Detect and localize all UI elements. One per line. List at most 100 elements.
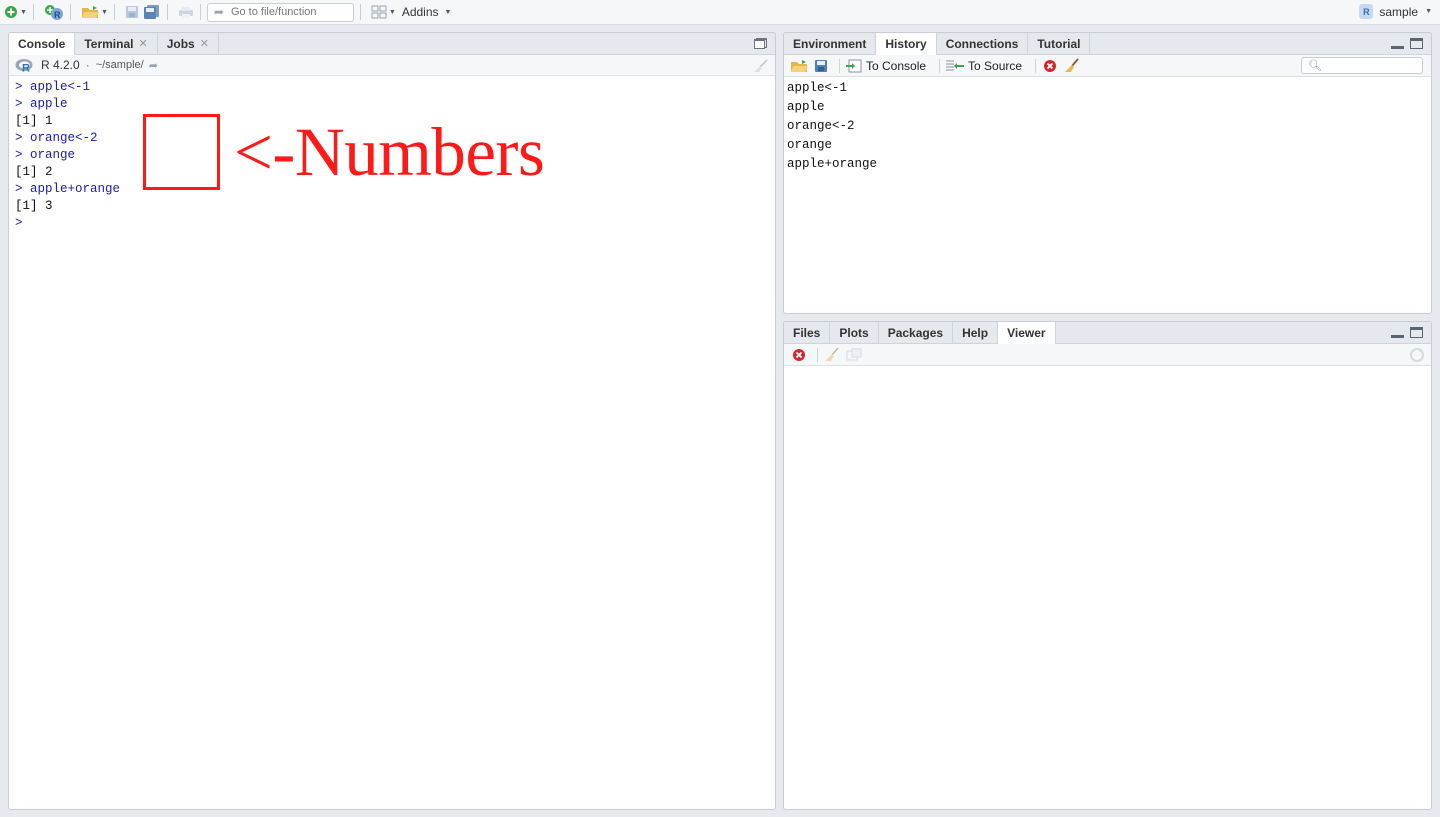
toolbar-divider <box>817 347 818 362</box>
viewer-toolbar <box>784 344 1431 366</box>
workspace-panes-button[interactable]: ▼ <box>371 2 396 22</box>
broom-icon[interactable] <box>753 59 769 73</box>
goto-arrow-icon: ➦ <box>213 5 224 19</box>
maximize-pane-button[interactable] <box>1410 38 1423 49</box>
close-icon[interactable]: ✕ <box>200 37 209 50</box>
popout-button[interactable] <box>845 347 863 363</box>
delete-icon <box>793 348 805 361</box>
tab-files[interactable]: Files <box>784 322 831 343</box>
tab-terminal[interactable]: Terminal ✕ <box>75 33 158 54</box>
load-history-button[interactable] <box>790 58 808 74</box>
tab-label: History <box>885 37 927 51</box>
history-toolbar: To Console To Source 🔍︎ <box>784 55 1431 77</box>
svg-text:R: R <box>54 10 61 20</box>
clear-history-button[interactable] <box>1063 57 1081 74</box>
history-list: apple<-1 apple orange<-2 orange apple+or… <box>784 77 1431 176</box>
toolbar-divider <box>69 4 71 20</box>
toolbar-divider <box>32 4 34 20</box>
svg-text:R: R <box>22 62 30 73</box>
to-console-button[interactable]: To Console <box>845 59 926 73</box>
toolbar-divider <box>939 58 941 73</box>
to-console-icon <box>846 59 862 72</box>
history-entry[interactable]: apple+orange <box>787 155 1428 174</box>
console-tabbar: Console Terminal ✕ Jobs ✕ <box>9 33 775 55</box>
show-in-window-icon <box>846 348 862 360</box>
save-button[interactable] <box>125 2 139 22</box>
viewer-pane: Files Plots Packages Help Viewer <box>783 321 1432 810</box>
tab-label: Connections <box>945 36 1019 51</box>
goto-directory-icon[interactable]: ➦ <box>149 59 158 72</box>
save-history-button[interactable] <box>812 58 830 74</box>
broom-icon <box>1065 57 1079 72</box>
to-source-button[interactable]: To Source <box>945 59 1022 73</box>
remove-entry-button[interactable] <box>1041 58 1059 74</box>
chevron-down-icon: ▼ <box>20 8 27 16</box>
history-entry[interactable]: apple <box>787 98 1428 117</box>
toolbar-divider <box>166 4 168 20</box>
tab-label: Help <box>962 325 989 340</box>
annotation-text: <-Numbers <box>234 114 545 190</box>
tab-label: Console <box>18 37 66 51</box>
refresh-icon[interactable] <box>1409 347 1425 363</box>
project-menu[interactable]: R sample ▼ <box>1359 4 1432 19</box>
go-to-file-input[interactable]: ➦ Go to file/function <box>206 2 354 22</box>
new-file-button[interactable]: ▼ <box>4 2 27 22</box>
tab-viewer[interactable]: Viewer <box>998 322 1056 344</box>
delete-icon <box>1044 59 1057 72</box>
print-icon <box>178 7 193 18</box>
chevron-down-icon: ▼ <box>100 8 108 16</box>
history-entry[interactable]: apple<-1 <box>787 79 1428 98</box>
broom-icon <box>825 346 839 361</box>
save-all-button[interactable] <box>143 2 161 22</box>
console-line: [1] 3 <box>15 199 53 213</box>
project-name: sample <box>1379 4 1419 19</box>
toolbar-divider <box>359 4 361 20</box>
maximize-pane-button[interactable] <box>1410 327 1423 338</box>
console-line: > apple<-1 <box>15 80 91 94</box>
history-entry[interactable]: orange <box>787 136 1428 155</box>
open-file-button[interactable]: ▼ <box>81 2 108 22</box>
tab-label: Tutorial <box>1037 36 1081 51</box>
tab-label: Terminal <box>84 36 134 51</box>
tab-label: Plots <box>839 325 869 340</box>
tab-label: Jobs <box>166 36 195 51</box>
tab-plots[interactable]: Plots <box>830 322 879 343</box>
tab-packages[interactable]: Packages <box>879 322 954 343</box>
new-project-button[interactable]: R <box>44 2 64 22</box>
folder-open-icon <box>791 59 808 72</box>
save-icon <box>815 59 827 72</box>
tab-history[interactable]: History <box>876 33 937 55</box>
console-infobar: R R 4.2.0 · ~/sample/ ➦ <box>9 55 775 76</box>
restore-pane-button[interactable] <box>754 38 767 49</box>
to-console-label: To Console <box>866 58 927 73</box>
tab-tutorial[interactable]: Tutorial <box>1028 33 1091 54</box>
annotation-box <box>143 114 220 190</box>
stop-button[interactable] <box>790 347 808 363</box>
history-pane: Environment History Connections Tutorial… <box>783 32 1432 314</box>
tab-environment[interactable]: Environment <box>784 33 877 54</box>
minimize-pane-button[interactable] <box>1391 335 1404 338</box>
chevron-down-icon: ▼ <box>388 8 396 16</box>
addins-menu[interactable]: Addins ▼ <box>402 2 452 22</box>
minimize-pane-button[interactable] <box>1391 46 1404 49</box>
console-prompt[interactable]: > <box>15 215 769 232</box>
tab-help[interactable]: Help <box>953 322 999 343</box>
clear-viewer-button[interactable] <box>823 346 841 363</box>
history-entry[interactable]: orange<-2 <box>787 117 1428 136</box>
tab-connections[interactable]: Connections <box>937 33 1029 54</box>
viewer-tabbar: Files Plots Packages Help Viewer <box>784 322 1431 344</box>
tab-console[interactable]: Console <box>9 33 76 55</box>
to-source-icon <box>946 60 965 70</box>
r-project-icon: R <box>1359 4 1374 19</box>
chevron-down-icon: ▼ <box>444 8 452 16</box>
tab-label: Packages <box>887 325 944 340</box>
tab-jobs[interactable]: Jobs ✕ <box>158 33 219 54</box>
toolbar-divider <box>113 4 115 20</box>
separator-dot: · <box>85 58 90 72</box>
go-to-file-placeholder: Go to file/function <box>230 6 317 18</box>
print-button[interactable] <box>178 2 194 22</box>
r-logo-icon: R <box>15 58 33 73</box>
toolbar-divider <box>1035 58 1037 73</box>
close-icon[interactable]: ✕ <box>138 37 147 50</box>
history-search-input[interactable]: 🔍︎ <box>1301 57 1423 74</box>
